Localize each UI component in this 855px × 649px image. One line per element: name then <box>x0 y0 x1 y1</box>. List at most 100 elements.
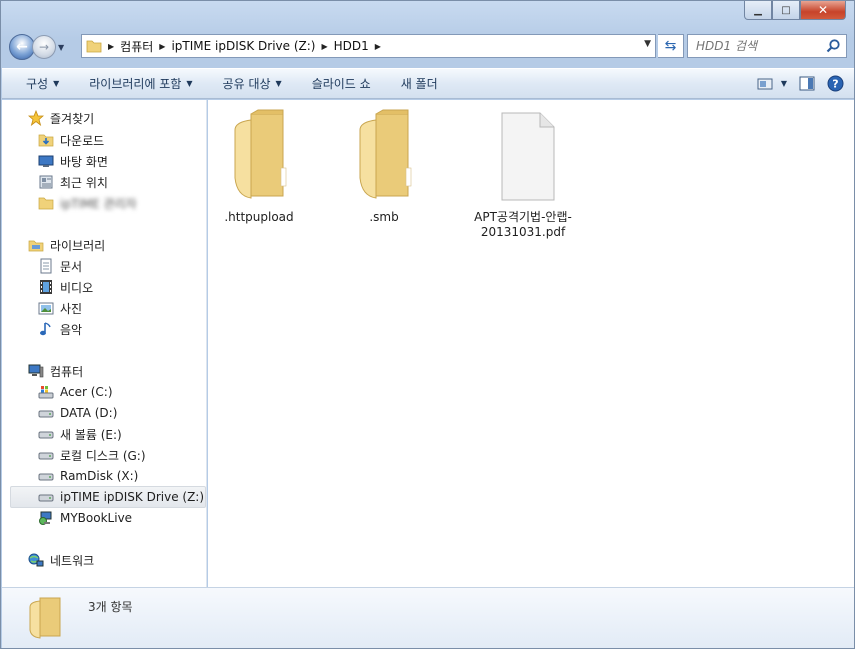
document-icon <box>38 258 54 274</box>
nav-computer-label: 컴퓨터 <box>50 364 84 379</box>
file-list: .httpupload .smb APT공격기법-안랩-20131031.pdf <box>208 100 854 587</box>
nav-item-desktop[interactable]: 바탕 화면 <box>38 151 108 171</box>
video-icon <box>38 279 54 295</box>
hard-drive-icon <box>38 447 54 463</box>
network-location-icon <box>38 510 54 526</box>
search-box[interactable] <box>687 34 847 58</box>
nav-item-recent-places[interactable]: 최근 위치 <box>38 172 108 192</box>
organize-label: 구성 <box>26 77 49 91</box>
view-options-button[interactable]: ▼ <box>757 77 787 91</box>
view-dropdown-icon: ▼ <box>780 79 787 88</box>
nav-item-label: 최근 위치 <box>60 175 108 190</box>
nav-item-label: 사진 <box>60 301 83 316</box>
search-icon[interactable] <box>825 38 841 54</box>
include-library-label: 라이브러리에 포함 <box>89 77 182 91</box>
breadcrumb-hdd1[interactable]: HDD1 <box>334 39 369 53</box>
nav-item-blurred[interactable]: ipTIME 관리자 <box>38 193 137 213</box>
preview-pane-button[interactable] <box>799 76 815 91</box>
nav-item-documents[interactable]: 문서 <box>38 256 82 276</box>
breadcrumb-computer[interactable]: 컴퓨터 <box>120 38 153 55</box>
breadcrumb-separator-icon[interactable]: ▶ <box>108 42 114 51</box>
view-icon <box>757 78 773 89</box>
folder-item[interactable]: .httpupload <box>209 108 309 225</box>
slideshow-label: 슬라이드 쇼 <box>311 77 371 91</box>
preview-pane-icon <box>799 76 815 91</box>
recent-places-icon <box>38 174 54 190</box>
search-input[interactable] <box>696 39 822 53</box>
nav-drive-g[interactable]: 로컬 디스크 (G:) <box>38 445 146 465</box>
nav-network[interactable]: 네트워크 <box>28 550 94 570</box>
slideshow-button[interactable]: 슬라이드 쇼 <box>292 69 381 98</box>
star-icon <box>28 110 44 126</box>
refresh-button[interactable]: ⇆ <box>658 34 684 58</box>
address-dropdown-icon[interactable]: ▼ <box>644 39 651 49</box>
nav-item-videos[interactable]: 비디오 <box>38 277 93 297</box>
arrow-left-icon: ← <box>16 39 28 55</box>
nav-item-label: 음악 <box>60 322 83 337</box>
recent-pages-dropdown[interactable]: ▼ <box>58 43 70 52</box>
nav-drive-d[interactable]: DATA (D:) <box>38 403 117 423</box>
nav-item-label: Acer (C:) <box>60 385 113 399</box>
minimize-icon: ▁ <box>754 4 762 16</box>
breadcrumb-separator-icon[interactable]: ▶ <box>321 42 327 51</box>
breadcrumb-separator-icon[interactable]: ▶ <box>375 42 381 51</box>
nav-item-label: RamDisk (X:) <box>60 469 139 483</box>
nav-item-label: 새 볼륨 (E:) <box>60 427 122 442</box>
system-drive-icon <box>38 384 54 400</box>
nav-network-label: 네트워크 <box>50 553 95 568</box>
nav-item-label: 바탕 화면 <box>60 154 108 169</box>
nav-item-label: DATA (D:) <box>60 406 118 420</box>
nav-drive-x[interactable]: RamDisk (X:) <box>38 466 138 486</box>
nav-drive-z[interactable]: ipTIME ipDISK Drive (Z:) <box>10 486 206 508</box>
nav-drive-c[interactable]: Acer (C:) <box>38 382 113 402</box>
breadcrumb-drive[interactable]: ipTIME ipDISK Drive (Z:) <box>171 39 315 53</box>
nav-mybooklive[interactable]: MYBookLive <box>38 508 132 528</box>
breadcrumb-separator-icon[interactable]: ▶ <box>159 42 165 51</box>
address-bar[interactable]: ▶ 컴퓨터 ▶ ipTIME ipDISK Drive (Z:) ▶ HDD1 … <box>81 34 656 58</box>
nav-computer[interactable]: 컴퓨터 <box>28 361 83 381</box>
network-drive-icon <box>38 489 54 505</box>
picture-icon <box>38 300 54 316</box>
folder-icon <box>359 109 412 199</box>
folder-icon <box>86 40 102 53</box>
nav-libraries[interactable]: 라이브러리 <box>28 235 105 255</box>
file-name: .httpupload <box>224 210 294 224</box>
share-menu[interactable]: 공유 대상 ▼ <box>203 69 292 98</box>
address-row: ← → ▼ ▶ 컴퓨터 ▶ ipTIME ipDISK Drive (Z:) ▶… <box>9 33 847 61</box>
help-button[interactable]: ? <box>827 75 844 92</box>
nav-item-music[interactable]: 음악 <box>38 319 82 339</box>
nav-item-label: ipTIME ipDISK Drive (Z:) <box>60 490 205 504</box>
nav-item-label: 로컬 디스크 (G:) <box>60 448 146 463</box>
close-button[interactable]: ✕ <box>800 1 846 20</box>
nav-drive-e[interactable]: 새 볼륨 (E:) <box>38 424 122 444</box>
nav-favorites-label: 즐겨찾기 <box>50 111 95 126</box>
nav-item-downloads[interactable]: 다운로드 <box>38 130 104 150</box>
download-folder-icon <box>38 132 54 148</box>
nav-libraries-label: 라이브러리 <box>50 238 106 253</box>
nav-item-label: 문서 <box>60 259 83 274</box>
dropdown-arrow-icon: ▼ <box>275 79 282 88</box>
explorer-window: ▁ □ ✕ ← → ▼ ▶ 컴퓨터 ▶ ipTIME ipDISK Drive … <box>0 0 855 649</box>
organize-menu[interactable]: 구성 ▼ <box>2 69 69 98</box>
new-folder-button[interactable]: 새 폴더 <box>381 69 448 98</box>
forward-button[interactable]: → <box>32 35 56 59</box>
desktop-icon <box>38 153 54 169</box>
nav-item-label: MYBookLive <box>60 511 133 525</box>
minimize-button[interactable]: ▁ <box>744 1 772 20</box>
folder-item[interactable]: .smb <box>334 108 434 225</box>
file-item[interactable]: APT공격기법-안랩-20131031.pdf <box>473 110 573 240</box>
nav-item-label: 다운로드 <box>60 133 105 148</box>
hard-drive-icon <box>38 405 54 421</box>
include-library-menu[interactable]: 라이브러리에 포함 ▼ <box>69 69 202 98</box>
nav-item-label: 비디오 <box>60 280 94 295</box>
network-icon <box>28 552 44 568</box>
nav-item-pictures[interactable]: 사진 <box>38 298 82 318</box>
maximize-button[interactable]: □ <box>772 1 800 20</box>
hard-drive-icon <box>38 426 54 442</box>
document-icon <box>501 112 555 201</box>
item-count: 3개 항목 <box>88 600 133 614</box>
music-icon <box>38 321 54 337</box>
dropdown-arrow-icon: ▼ <box>53 79 60 88</box>
nav-favorites[interactable]: 즐겨찾기 <box>28 108 94 128</box>
toolbar-right: ▼ ? <box>745 69 844 98</box>
